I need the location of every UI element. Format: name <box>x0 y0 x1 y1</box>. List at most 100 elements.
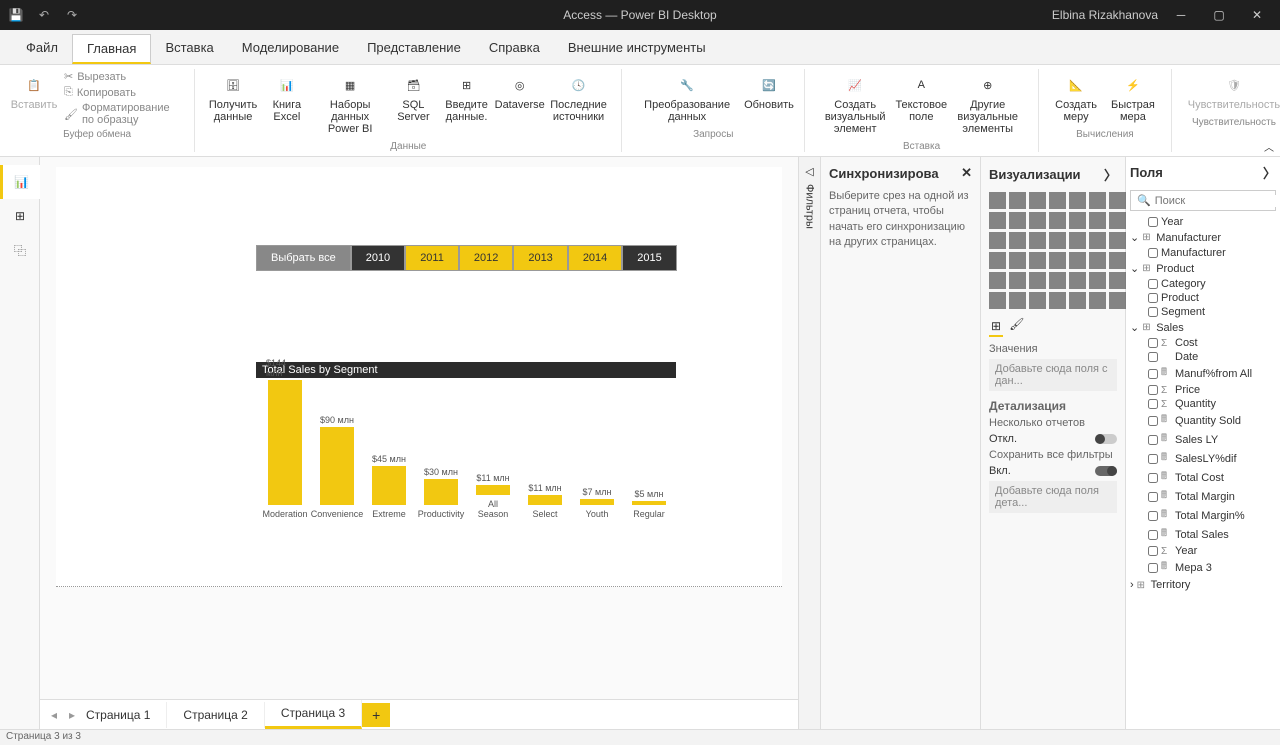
viz-type-32[interactable] <box>1069 272 1086 289</box>
viz-type-12[interactable] <box>1089 212 1106 229</box>
page-tab-2[interactable]: Страница 2 <box>167 702 264 728</box>
bar-convenience[interactable]: $90 млнConvenience <box>318 415 356 519</box>
table-product[interactable]: ⌄⊞Product <box>1130 260 1276 277</box>
fields-search[interactable]: 🔍 <box>1130 190 1276 211</box>
viz-type-19[interactable] <box>1089 232 1106 249</box>
viz-type-8[interactable] <box>1009 212 1026 229</box>
chevron-right-icon[interactable]: 〉 <box>1263 163 1276 182</box>
viz-type-7[interactable] <box>989 212 1006 229</box>
report-canvas[interactable]: Выбрать все 2010 2011 2012 2013 2014 201… <box>56 167 782 587</box>
viz-type-30[interactable] <box>1029 272 1046 289</box>
viz-type-31[interactable] <box>1049 272 1066 289</box>
viz-type-9[interactable] <box>1029 212 1046 229</box>
cross-report-toggle[interactable] <box>1095 434 1117 444</box>
viz-type-23[interactable] <box>1029 252 1046 269</box>
field-total-cost[interactable]: 🖩Total Cost <box>1130 468 1276 487</box>
slicer-2011[interactable]: 2011 <box>405 245 459 271</box>
sql-button[interactable]: 🗃SQL Server <box>389 69 437 127</box>
viz-type-16[interactable] <box>1029 232 1046 249</box>
drill-well[interactable]: Добавьте сюда поля дета... <box>989 481 1117 513</box>
field-year-top[interactable]: Year <box>1130 215 1276 229</box>
fields-tab-icon[interactable]: ⊞ <box>989 317 1003 337</box>
bar-select[interactable]: $11 млнSelect <box>526 483 564 519</box>
collapse-ribbon-icon[interactable]: ︿ <box>1264 139 1274 154</box>
field-price[interactable]: ΣPrice <box>1130 383 1276 397</box>
slicer-2013[interactable]: 2013 <box>513 245 567 271</box>
menu-modeling[interactable]: Моделирование <box>228 34 353 64</box>
report-view-button[interactable]: 📊 <box>0 165 40 199</box>
close-panel-icon[interactable]: ✕ <box>961 165 972 181</box>
menu-home[interactable]: Главная <box>72 34 151 64</box>
save-icon[interactable]: 💾 <box>8 7 24 23</box>
field-total-sales[interactable]: 🖩Total Sales <box>1130 525 1276 544</box>
search-input[interactable] <box>1155 195 1280 207</box>
refresh-button[interactable]: 🔄Обновить <box>744 69 794 115</box>
year-slicer[interactable]: Выбрать все 2010 2011 2012 2013 2014 201… <box>256 245 677 271</box>
viz-type-40[interactable] <box>1089 292 1106 309</box>
menu-view[interactable]: Представление <box>353 34 475 64</box>
menu-help[interactable]: Справка <box>475 34 554 64</box>
viz-type-41[interactable] <box>1109 292 1126 309</box>
dataverse-button[interactable]: ◎Dataverse <box>496 69 544 115</box>
field-manufacturer[interactable]: Manufacturer <box>1130 246 1276 260</box>
bar-chart[interactable]: $144 млнModeration$90 млнConvenience$45 … <box>266 379 676 539</box>
close-icon[interactable]: ✕ <box>1242 0 1272 30</box>
format-tab-icon[interactable]: 🖌 <box>1009 317 1024 337</box>
viz-type-26[interactable] <box>1089 252 1106 269</box>
field-quantity[interactable]: ΣQuantity <box>1130 397 1276 411</box>
bar-all season[interactable]: $11 млнAll Season <box>474 473 512 519</box>
viz-type-24[interactable] <box>1049 252 1066 269</box>
field-cost[interactable]: ΣCost <box>1130 336 1276 350</box>
quick-measure-button[interactable]: ⚡Быстрая мера <box>1105 69 1161 127</box>
viz-type-37[interactable] <box>1029 292 1046 309</box>
viz-type-14[interactable] <box>989 232 1006 249</box>
viz-type-36[interactable] <box>1009 292 1026 309</box>
field-date[interactable]: Date <box>1130 350 1276 364</box>
field-sales-ly[interactable]: 🖩Sales LY <box>1130 430 1276 449</box>
viz-type-11[interactable] <box>1069 212 1086 229</box>
recent-sources-button[interactable]: 🕓Последние источники <box>546 69 612 127</box>
viz-type-39[interactable] <box>1069 292 1086 309</box>
menu-external[interactable]: Внешние инструменты <box>554 34 720 64</box>
viz-type-35[interactable] <box>989 292 1006 309</box>
field-total-margin[interactable]: 🖩Total Margin <box>1130 487 1276 506</box>
page-tab-3[interactable]: Страница 3 <box>265 700 362 729</box>
field-total-margin-[interactable]: 🖩Total Margin% <box>1130 506 1276 525</box>
bar-regular[interactable]: $5 млнRegular <box>630 489 668 519</box>
bar-productivity[interactable]: $30 млнProductivity <box>422 467 460 519</box>
table-sales[interactable]: ⌄⊞Sales <box>1130 319 1276 336</box>
enter-data-button[interactable]: ⊞Введите данные. <box>439 69 493 127</box>
viz-type-13[interactable] <box>1109 212 1126 229</box>
menu-insert[interactable]: Вставка <box>151 34 227 64</box>
viz-type-29[interactable] <box>1009 272 1026 289</box>
data-view-button[interactable]: ⊞ <box>0 199 40 233</box>
more-visuals-button[interactable]: ⊕Другие визуальные элементы <box>947 69 1028 139</box>
undo-icon[interactable]: ↶ <box>36 7 52 23</box>
slicer-2012[interactable]: 2012 <box>459 245 513 271</box>
format-painter-button[interactable]: 🖌Форматирование по образцу <box>60 101 184 127</box>
keep-filters-toggle[interactable] <box>1095 466 1117 476</box>
field-salesly-dif[interactable]: 🖩SalesLY%dif <box>1130 449 1276 468</box>
user-name[interactable]: Elbina Rizakhanova <box>1052 8 1158 22</box>
sensitivity-button[interactable]: 🛡Чувствительность <box>1182 69 1280 115</box>
viz-type-17[interactable] <box>1049 232 1066 249</box>
add-page-button[interactable]: + <box>362 703 390 727</box>
viz-type-1[interactable] <box>1009 192 1026 209</box>
new-visual-button[interactable]: 📈Создать визуальный элемент <box>815 69 895 139</box>
viz-type-22[interactable] <box>1009 252 1026 269</box>
table-territory[interactable]: ›⊞Territory <box>1130 577 1276 593</box>
table-manufacturer[interactable]: ⌄⊞Manufacturer <box>1130 229 1276 246</box>
viz-type-4[interactable] <box>1069 192 1086 209</box>
viz-type-20[interactable] <box>1109 232 1126 249</box>
filters-collapsed-tab[interactable]: ◁ Фильтры <box>798 157 820 729</box>
pbi-datasets-button[interactable]: ▦Наборы данных Power BI <box>313 69 388 139</box>
viz-type-18[interactable] <box>1069 232 1086 249</box>
viz-type-21[interactable] <box>989 252 1006 269</box>
excel-button[interactable]: 📊Книга Excel <box>263 69 311 127</box>
viz-type-6[interactable] <box>1109 192 1126 209</box>
viz-type-0[interactable] <box>989 192 1006 209</box>
copy-button[interactable]: ⎘Копировать <box>60 85 184 100</box>
new-measure-button[interactable]: 📐Создать меру <box>1049 69 1103 127</box>
bar-moderation[interactable]: $144 млнModeration <box>266 358 304 519</box>
transform-button[interactable]: 🔧Преобразование данных <box>632 69 741 127</box>
